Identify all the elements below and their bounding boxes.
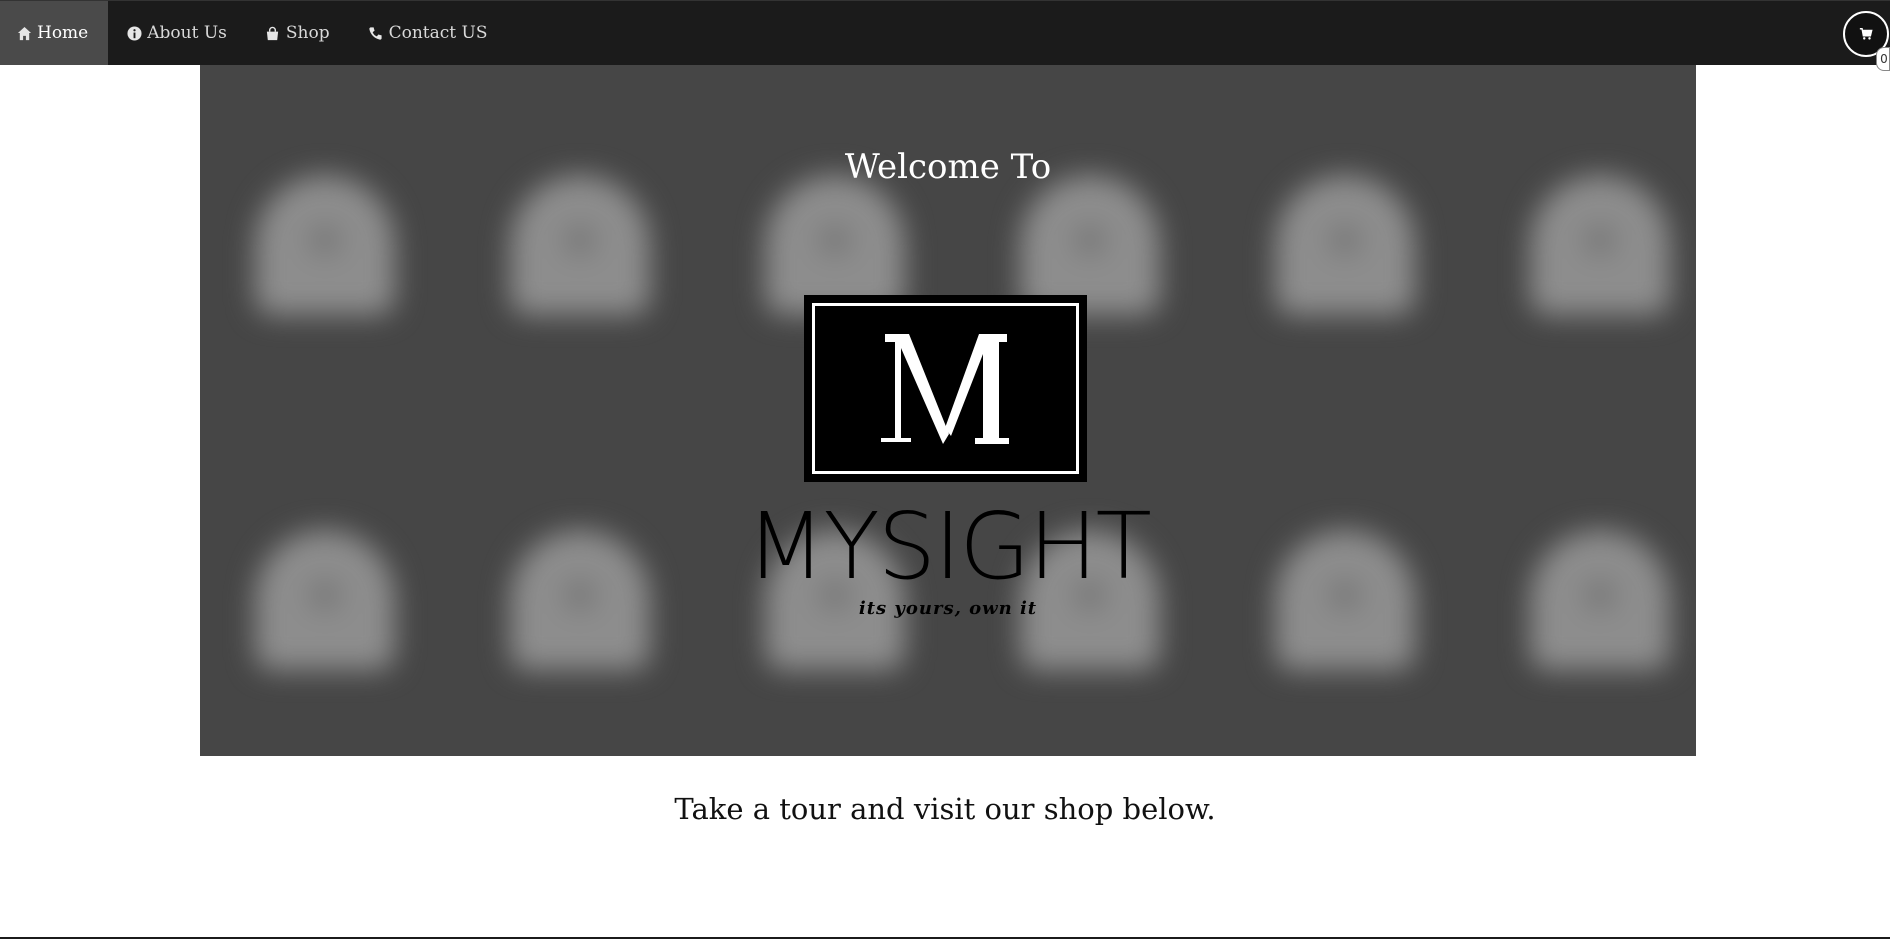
home-icon (16, 25, 32, 41)
logo-frame (812, 303, 1079, 474)
hero-welcome-heading: Welcome To (844, 147, 1052, 187)
info-icon (126, 25, 142, 41)
logo-m-mark (880, 333, 1009, 444)
shopping-bag-icon (265, 25, 281, 41)
brand-tagline: its yours, own it (858, 598, 1038, 619)
nav-item-contact[interactable]: Contact US (352, 1, 508, 65)
nav-item-about[interactable]: About Us (110, 1, 247, 65)
cart-count-badge: 0 (1876, 47, 1890, 71)
nav-item-label: About Us (147, 23, 227, 43)
nav-menu: Home About Us Shop Contact US (0, 1, 508, 65)
tour-invitation-text: Take a tour and visit our shop below. (674, 792, 1216, 826)
navbar: Home About Us Shop Contact US (0, 0, 1890, 65)
nav-item-label: Home (37, 23, 89, 43)
nav-item-label: Contact US (388, 23, 488, 43)
brand-name: MYSIGHT (746, 493, 1152, 600)
cart-icon (1859, 27, 1873, 41)
brand-logo (804, 295, 1087, 482)
nav-item-home[interactable]: Home (0, 1, 109, 65)
hero-banner: Welcome To MYSIGHT its yours, own it (200, 65, 1696, 756)
nav-item-shop[interactable]: Shop (249, 1, 350, 65)
phone-icon (368, 25, 384, 41)
nav-item-label: Shop (285, 23, 330, 43)
